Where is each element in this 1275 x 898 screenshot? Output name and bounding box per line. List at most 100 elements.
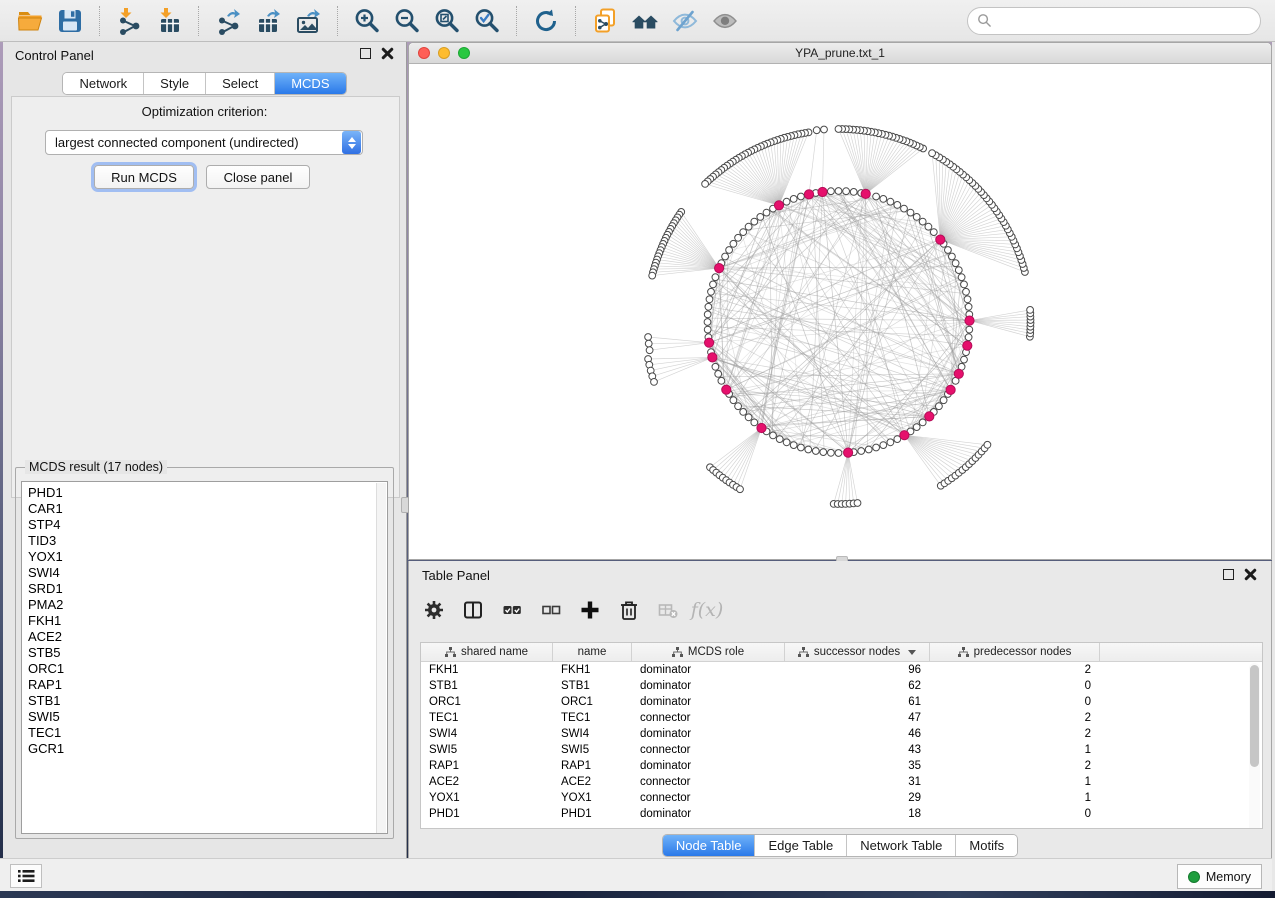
graph-node[interactable] xyxy=(715,371,722,378)
graph-node[interactable] xyxy=(776,436,783,443)
graph-node[interactable] xyxy=(740,409,747,416)
graph-hub-node[interactable] xyxy=(757,423,766,432)
graph-node[interactable] xyxy=(940,397,947,404)
table-cell[interactable]: 43 xyxy=(785,744,930,756)
table-cell[interactable]: STB1 xyxy=(553,680,632,692)
mcds-result-item[interactable]: GCR1 xyxy=(28,741,387,757)
mcds-result-item[interactable]: TID3 xyxy=(28,533,387,549)
table-cell[interactable]: 0 xyxy=(930,696,1100,708)
tab-node-table[interactable]: Node Table xyxy=(663,835,756,856)
table-row[interactable]: SWI4SWI4dominator462 xyxy=(421,726,1262,742)
table-cell[interactable]: 2 xyxy=(930,728,1100,740)
table-cell[interactable]: SWI4 xyxy=(553,728,632,740)
delete-column-button[interactable] xyxy=(614,595,644,625)
add-column-button[interactable] xyxy=(575,595,605,625)
deselect-all-button[interactable] xyxy=(536,595,566,625)
graph-node[interactable] xyxy=(740,229,747,236)
graph-node[interactable] xyxy=(955,267,962,274)
task-history-button[interactable] xyxy=(10,864,42,888)
graph-node[interactable] xyxy=(821,126,828,133)
graph-node[interactable] xyxy=(854,500,861,507)
table-row[interactable]: YOX1YOX1connector291 xyxy=(421,790,1262,806)
table-cell[interactable]: connector xyxy=(632,712,785,724)
close-window-icon[interactable] xyxy=(1244,568,1257,581)
import-network-button[interactable] xyxy=(111,4,147,38)
mcds-result-item[interactable]: SWI5 xyxy=(28,709,387,725)
graph-node[interactable] xyxy=(751,419,758,426)
table-cell[interactable]: 35 xyxy=(785,760,930,772)
graph-node[interactable] xyxy=(649,272,656,279)
table-row[interactable]: ORC1ORC1dominator610 xyxy=(421,694,1262,710)
graph-node[interactable] xyxy=(945,247,952,254)
table-cell[interactable]: 29 xyxy=(785,792,930,804)
graph-node[interactable] xyxy=(961,356,968,363)
table-scrollbar-thumb[interactable] xyxy=(1250,665,1259,767)
graph-hub-node[interactable] xyxy=(844,448,853,457)
table-cell[interactable]: YOX1 xyxy=(421,792,553,804)
table-cell[interactable]: 31 xyxy=(785,776,930,788)
graph-node[interactable] xyxy=(783,198,790,205)
graph-node[interactable] xyxy=(919,218,926,225)
graph-node[interactable] xyxy=(873,193,880,200)
table-cell[interactable]: SWI4 xyxy=(421,728,553,740)
table-row[interactable]: FKH1FKH1dominator962 xyxy=(421,662,1262,678)
search-input[interactable] xyxy=(998,14,1251,28)
table-cell[interactable]: dominator xyxy=(632,808,785,820)
graph-node[interactable] xyxy=(757,214,764,221)
table-row[interactable]: TEC1TEC1connector472 xyxy=(421,710,1262,726)
graph-node[interactable] xyxy=(718,377,725,384)
list-scrollbar[interactable] xyxy=(376,483,386,834)
table-cell[interactable]: ACE2 xyxy=(553,776,632,788)
table-cell[interactable]: connector xyxy=(632,776,785,788)
graph-node[interactable] xyxy=(745,223,752,230)
graph-node[interactable] xyxy=(704,326,711,333)
graph-node[interactable] xyxy=(745,414,752,421)
graph-node[interactable] xyxy=(722,253,729,260)
table-cell[interactable]: 96 xyxy=(785,664,930,676)
table-cell[interactable]: dominator xyxy=(632,680,785,692)
tab-edge-table[interactable]: Edge Table xyxy=(755,835,847,856)
table-cell[interactable]: 2 xyxy=(930,664,1100,676)
export-network-button[interactable] xyxy=(210,4,246,38)
mcds-result-item[interactable]: FKH1 xyxy=(28,613,387,629)
graph-node[interactable] xyxy=(958,274,965,281)
graph-node[interactable] xyxy=(645,340,652,347)
graph-node[interactable] xyxy=(730,397,737,404)
table-cell[interactable]: PHD1 xyxy=(553,808,632,820)
graph-node[interactable] xyxy=(949,253,956,260)
graph-hub-node[interactable] xyxy=(900,431,909,440)
column-header-MCDS-role[interactable]: MCDS role xyxy=(632,643,785,661)
graph-node[interactable] xyxy=(708,288,715,295)
close-panel-button[interactable]: Close panel xyxy=(206,165,310,189)
table-cell[interactable]: 2 xyxy=(930,712,1100,724)
tab-style[interactable]: Style xyxy=(144,73,206,94)
graph-node[interactable] xyxy=(645,334,652,341)
graph-node[interactable] xyxy=(737,486,744,493)
table-row[interactable]: ACE2ACE2connector311 xyxy=(421,774,1262,790)
graph-hub-node[interactable] xyxy=(722,385,731,394)
mcds-result-item[interactable]: TEC1 xyxy=(28,725,387,741)
graph-node[interactable] xyxy=(828,449,835,456)
table-cell[interactable]: ACE2 xyxy=(421,776,553,788)
table-cell[interactable]: 47 xyxy=(785,712,930,724)
table-scrollbar[interactable] xyxy=(1249,663,1260,829)
table-cell[interactable]: ORC1 xyxy=(421,696,553,708)
table-cell[interactable]: 61 xyxy=(785,696,930,708)
table-cell[interactable]: dominator xyxy=(632,728,785,740)
graph-node[interactable] xyxy=(965,334,972,341)
table-cell[interactable]: 1 xyxy=(930,776,1100,788)
graph-node[interactable] xyxy=(813,127,820,134)
graph-node[interactable] xyxy=(783,439,790,446)
graph-node[interactable] xyxy=(952,260,959,267)
graph-node[interactable] xyxy=(984,441,991,448)
graph-node[interactable] xyxy=(735,403,742,410)
table-cell[interactable]: TEC1 xyxy=(553,712,632,724)
graph-hub-node[interactable] xyxy=(861,189,870,198)
close-window-icon[interactable] xyxy=(381,47,394,60)
zoom-fit-button[interactable] xyxy=(429,4,465,38)
graph-hub-node[interactable] xyxy=(954,369,963,378)
open-session-button[interactable] xyxy=(12,4,48,38)
graph-node[interactable] xyxy=(835,126,842,133)
graph-node[interactable] xyxy=(880,442,887,449)
graph-hub-node[interactable] xyxy=(936,235,945,244)
